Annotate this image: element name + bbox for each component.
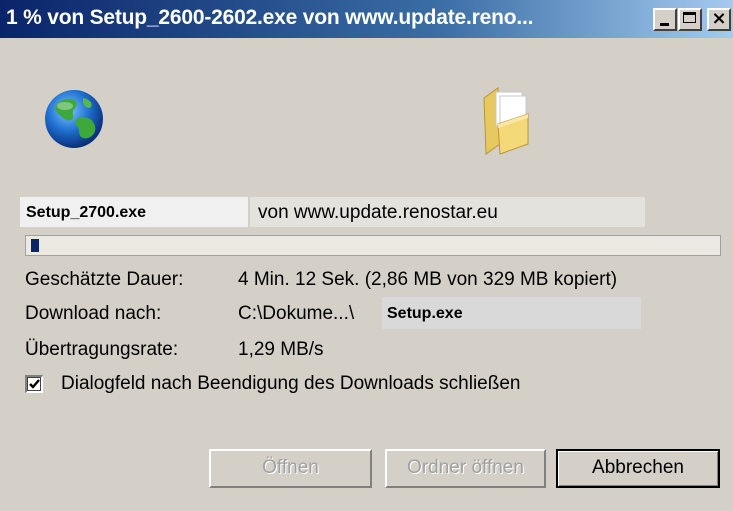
download-source: von www.update.renostar.eu: [258, 202, 498, 223]
target-path: C:\Dokume...\: [238, 303, 355, 324]
minimize-icon: [660, 23, 669, 26]
minimize-button[interactable]: [653, 8, 677, 31]
cancel-button[interactable]: Abbrechen: [556, 449, 720, 488]
target-file: Setup.exe: [387, 305, 463, 322]
download-progress-bar: [25, 235, 721, 256]
checkmark-icon: [29, 379, 40, 389]
maximize-icon: [683, 12, 696, 23]
title-bar[interactable]: 1 % von Setup_2600-2602.exe von www.upda…: [0, 0, 733, 38]
globe-icon: [45, 90, 103, 148]
duration-label: Geschätzte Dauer:: [25, 269, 184, 290]
rate-value: 1,29 MB/s: [238, 339, 324, 360]
close-on-finish-checkbox[interactable]: [25, 375, 43, 393]
maximize-button[interactable]: [678, 8, 702, 31]
rate-label: Übertragungsrate:: [25, 339, 179, 360]
open-button[interactable]: Öffnen: [209, 449, 372, 488]
open-folder-button[interactable]: Ordner öffnen: [385, 449, 546, 488]
folder-icon: [483, 87, 529, 155]
download-dialog: 1 % von Setup_2600-2602.exe von www.upda…: [0, 0, 733, 511]
duration-value: 4 Min. 12 Sek. (2,86 MB von 329 MB kopie…: [238, 269, 618, 290]
progress-fill: [31, 239, 39, 252]
download-filename: Setup_2700.exe: [26, 204, 147, 221]
close-on-finish-label[interactable]: Dialogfeld nach Beendigung des Downloads…: [61, 373, 520, 395]
close-icon: ×: [711, 8, 727, 29]
window-title: 1 % von Setup_2600-2602.exe von www.upda…: [6, 6, 534, 29]
target-label: Download nach:: [25, 303, 162, 324]
close-button[interactable]: ×: [707, 8, 731, 31]
